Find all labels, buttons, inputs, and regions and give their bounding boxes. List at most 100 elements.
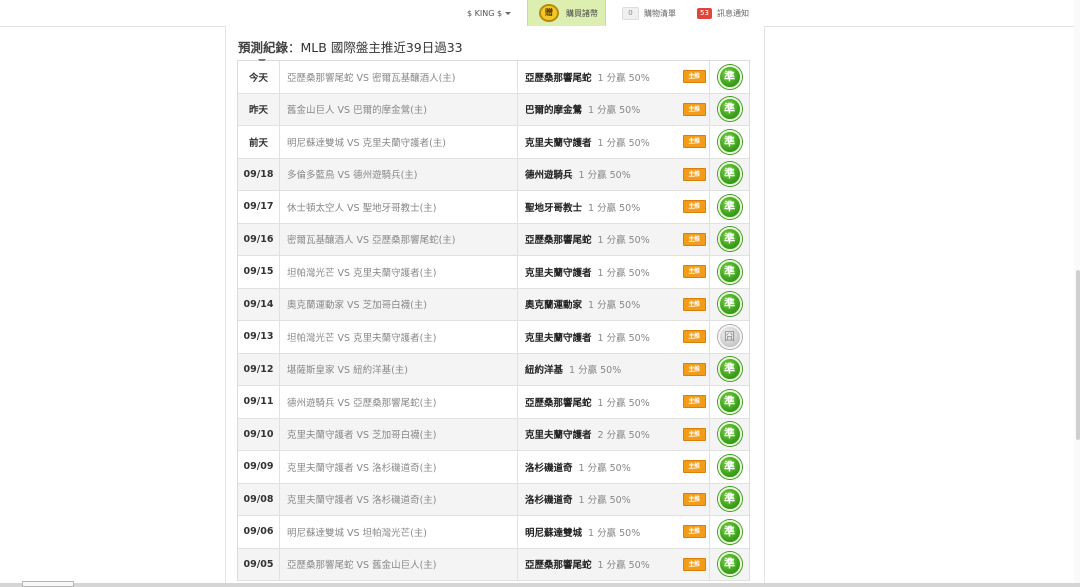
- row-match[interactable]: 舊金山巨人 VS 巴爾的摩金鶯(主): [280, 93, 518, 125]
- user-menu[interactable]: $ KING $: [467, 0, 521, 26]
- row-type: 主推: [679, 93, 710, 125]
- row-pick: 克里夫蘭守護者 1 分贏 50%: [518, 126, 679, 158]
- row-type: 主推: [679, 548, 710, 580]
- row-match[interactable]: 明尼蘇達雙城 VS 克里夫蘭守護者(主): [280, 126, 518, 158]
- row-pick: 亞歷桑那響尾蛇 1 分贏 50%: [518, 224, 679, 256]
- row-pick-team: 洛杉磯道奇: [525, 495, 573, 507]
- row-match[interactable]: 密爾瓦基釀酒人 VS 亞歷桑那響尾蛇(主): [280, 223, 518, 255]
- main-pick-tag: 主推: [682, 427, 706, 441]
- notifications-link[interactable]: 53 訊息通知: [697, 0, 749, 26]
- row-match-text: 德州遊騎兵 VS 亞歷桑那響尾蛇(主): [287, 397, 437, 409]
- chevron-down-icon: [505, 12, 512, 15]
- page-title-rest: ：MLB 國際盤主推近39日過33: [288, 40, 463, 55]
- row-result: 準: [710, 549, 749, 581]
- vertical-scrollbar-thumb[interactable]: [1076, 270, 1080, 440]
- row-match[interactable]: 亞歷桑那響尾蛇 VS 密爾瓦基釀酒人(主): [280, 61, 518, 93]
- row-result: 準: [710, 61, 749, 93]
- row-pick-team: 明尼蘇達雙城: [525, 527, 583, 539]
- row-date-text: 前天: [248, 137, 268, 149]
- table-row[interactable]: 09/17 休士頓太空人 VS 聖地牙哥教士(主) 聖地牙哥教士 1 分贏 50% 主推…: [238, 191, 749, 224]
- row-date-text: 09/11: [243, 396, 274, 408]
- table-row[interactable]: 09/15 坦帕灣光芒 VS 克里夫蘭守護者(主) 克里夫蘭守護者 1 分贏 50% 主…: [238, 256, 749, 289]
- win-result-icon: 準: [717, 552, 742, 577]
- row-date: 09/14: [238, 288, 280, 320]
- push-result-icon: 囧: [717, 324, 742, 349]
- table-row[interactable]: 今天 亞歷桑那響尾蛇 VS 密爾瓦基釀酒人(主) 亞歷桑那響尾蛇 1 分贏 50% 主推…: [238, 61, 749, 94]
- row-match-text: 明尼蘇達雙城 VS 克里夫蘭守護者(主): [287, 137, 446, 149]
- table-row[interactable]: 09/14 奧克蘭運動家 VS 芝加哥白襪(主) 奧克蘭運動家 1 分贏 50% 主推準: [238, 288, 749, 321]
- page-title-bold: 預測紀錄: [238, 40, 289, 55]
- row-match[interactable]: 多倫多藍鳥 VS 德州遊騎兵(主): [280, 158, 518, 190]
- row-match[interactable]: 克里夫蘭守護者 VS 芝加哥白襪(主): [280, 418, 518, 450]
- row-match[interactable]: 亞歷桑那響尾蛇 VS 舊金山巨人(主): [280, 548, 518, 580]
- table-row[interactable]: 09/08 克里夫蘭守護者 VS 洛杉磯道奇(主) 洛杉磯道奇 1 分贏 50% 主推準: [238, 483, 749, 516]
- row-match[interactable]: 堪薩斯皇家 VS 紐約洋基(主): [280, 353, 518, 385]
- main-pick-tag: 主推: [682, 297, 706, 311]
- win-result-icon: 準: [717, 194, 742, 219]
- win-result-icon: 準: [717, 454, 742, 479]
- table-row[interactable]: 09/18 多倫多藍鳥 VS 德州遊騎兵(主) 德州遊騎兵 1 分贏 50% 主推準: [238, 158, 749, 191]
- row-pick: 亞歷桑那響尾蛇 1 分贏 50%: [518, 549, 679, 581]
- row-match[interactable]: 坦帕灣光芒 VS 克里夫蘭守護者(主): [280, 321, 518, 353]
- cart-count-badge: 0: [622, 7, 639, 20]
- table-row[interactable]: 09/12 堪薩斯皇家 VS 紐約洋基(主) 紐約洋基 1 分贏 50% 主推準: [238, 353, 749, 386]
- row-date-text: 09/05: [243, 558, 274, 570]
- table-row[interactable]: 09/10 克里夫蘭守護者 VS 芝加哥白襪(主) 克里夫蘭守護者 2 分贏 50% 主…: [238, 418, 749, 451]
- table-row[interactable]: 09/13 坦帕灣光芒 VS 克里夫蘭守護者(主) 克里夫蘭守護者 1 分贏 50% 主…: [238, 321, 749, 354]
- row-result: 準: [710, 224, 749, 256]
- cart-link[interactable]: 0 購物清單: [622, 0, 676, 26]
- row-pick-team: 聖地牙哥教士: [525, 202, 583, 214]
- main-pick-tag: 主推: [682, 525, 706, 539]
- row-date: 09/17: [238, 191, 280, 223]
- table-row[interactable]: 09/11 德州遊騎兵 VS 亞歷桑那響尾蛇(主) 亞歷桑那響尾蛇 1 分贏 50% 主…: [238, 386, 749, 419]
- row-date: 前天: [238, 126, 280, 158]
- row-date: 09/09: [238, 451, 280, 483]
- top-bar: $ KING $ 贈 購買諸幣 0 購物清單 53 訊息通知: [0, 0, 1080, 27]
- row-match[interactable]: 奧克蘭運動家 VS 芝加哥白襪(主): [280, 288, 518, 320]
- row-pick-score: 1 分贏 50%: [588, 105, 641, 117]
- row-pick-team: 紐約洋基: [525, 365, 564, 377]
- row-date: 09/18: [238, 158, 280, 190]
- row-result: 準: [710, 94, 749, 126]
- row-pick-score: 1 分贏 50%: [597, 397, 650, 409]
- row-match-text: 坦帕灣光芒 VS 克里夫蘭守護者(主): [287, 332, 437, 344]
- row-match[interactable]: 克里夫蘭守護者 VS 洛杉磯道奇(主): [280, 451, 518, 483]
- row-pick-team: 德州遊騎兵: [525, 170, 573, 182]
- table-row[interactable]: 昨天 舊金山巨人 VS 巴爾的摩金鶯(主) 巴爾的摩金鶯 1 分贏 50% 主推準: [238, 93, 749, 126]
- row-pick-score: 1 分贏 50%: [578, 170, 631, 182]
- row-result: 準: [710, 256, 749, 288]
- table-row[interactable]: 09/16 密爾瓦基釀酒人 VS 亞歷桑那響尾蛇(主) 亞歷桑那響尾蛇 1 分贏 50…: [238, 223, 749, 256]
- row-type: 主推: [679, 61, 710, 93]
- prediction-table: 今天 亞歷桑那響尾蛇 VS 密爾瓦基釀酒人(主) 亞歷桑那響尾蛇 1 分贏 50% 主推…: [237, 59, 750, 581]
- horizontal-scrollbar-thumb[interactable]: [22, 581, 74, 587]
- table-row[interactable]: 09/06 明尼蘇達雙城 VS 坦帕灣光芒(主) 明尼蘇達雙城 1 分贏 50% 主推準: [238, 516, 749, 549]
- row-type: 主推: [679, 353, 710, 385]
- row-pick-score: 1 分贏 50%: [597, 235, 650, 247]
- row-date: 今天: [238, 61, 280, 93]
- table-row[interactable]: 09/05 亞歷桑那響尾蛇 VS 舊金山巨人(主) 亞歷桑那響尾蛇 1 分贏 50% 主…: [238, 548, 749, 581]
- row-match[interactable]: 克里夫蘭守護者 VS 洛杉磯道奇(主): [280, 483, 518, 515]
- row-pick-team: 奧克蘭運動家: [525, 300, 583, 312]
- buy-coins-button[interactable]: 贈 購買諸幣: [527, 0, 606, 27]
- horizontal-scrollbar[interactable]: [0, 581, 1080, 587]
- row-match-text: 舊金山巨人 VS 巴爾的摩金鶯(主): [287, 105, 427, 117]
- row-match[interactable]: 休士頓太空人 VS 聖地牙哥教士(主): [280, 191, 518, 223]
- row-date-text: 09/13: [243, 331, 274, 343]
- row-type: 主推: [679, 321, 710, 353]
- row-date-text: 09/12: [243, 363, 274, 375]
- row-date: 09/13: [238, 321, 280, 353]
- table-row[interactable]: 前天 明尼蘇達雙城 VS 克里夫蘭守護者(主) 克里夫蘭守護者 1 分贏 50% 主推準: [238, 126, 749, 159]
- vertical-scrollbar[interactable]: [1074, 0, 1080, 587]
- row-pick-score: 1 分贏 50%: [578, 462, 631, 474]
- row-result: 準: [710, 451, 749, 483]
- table-row[interactable]: 09/09 克里夫蘭守護者 VS 洛杉磯道奇(主) 洛杉磯道奇 1 分贏 50% 主推準: [238, 451, 749, 484]
- row-pick: 明尼蘇達雙城 1 分贏 50%: [518, 516, 679, 548]
- row-match[interactable]: 明尼蘇達雙城 VS 坦帕灣光芒(主): [280, 516, 518, 548]
- row-pick: 德州遊騎兵 1 分贏 50%: [518, 159, 679, 191]
- row-match-text: 亞歷桑那響尾蛇 VS 舊金山巨人(主): [287, 560, 437, 572]
- row-result: 囧: [710, 321, 749, 353]
- row-pick-team: 亞歷桑那響尾蛇: [525, 397, 592, 409]
- row-match[interactable]: 坦帕灣光芒 VS 克里夫蘭守護者(主): [280, 256, 518, 288]
- row-type: 主推: [679, 386, 710, 418]
- row-match[interactable]: 德州遊騎兵 VS 亞歷桑那響尾蛇(主): [280, 386, 518, 418]
